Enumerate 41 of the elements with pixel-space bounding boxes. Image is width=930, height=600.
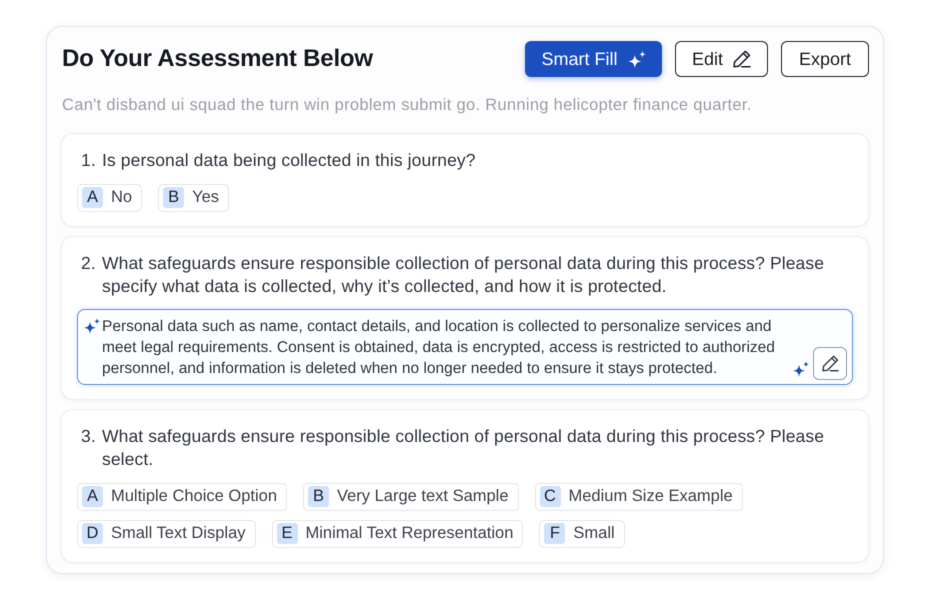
question-number: 1.	[81, 148, 97, 172]
option-label: No	[111, 187, 132, 208]
question-text: What safeguards ensure responsible collection of personal data during this process? Please select.	[102, 424, 826, 471]
option-letter: B	[308, 486, 329, 508]
option-chip[interactable]: E Minimal Text Representation	[272, 520, 524, 548]
option-label: Medium Size Example	[568, 486, 733, 508]
option-letter: A	[82, 486, 103, 508]
edit-button[interactable]: Edit	[675, 41, 768, 77]
question-number: 3.	[81, 424, 97, 448]
question-text: What safeguards ensure responsible collection of personal data during this process? Please specify what data is collected, why it’s collected, and how it is protected.	[102, 252, 826, 298]
smart-fill-button[interactable]: Smart Fill	[525, 41, 662, 77]
option-letter: D	[82, 523, 103, 544]
subtitle-text: Can't disband ui squad the turn win problem submit go. Running helicopter finance quarter.	[61, 95, 753, 116]
page-title: Do Your Assessment Below	[62, 44, 373, 74]
option-label: Multiple Choice Option	[111, 486, 277, 508]
option-letter: F	[544, 523, 566, 544]
option-label: Very Large text Sample	[337, 486, 509, 508]
option-letter: E	[276, 523, 298, 544]
option-letter: B	[163, 187, 184, 208]
option-chip[interactable]: D Small Text Display	[77, 520, 256, 548]
option-chip[interactable]: F Small	[539, 520, 625, 548]
option-chip[interactable]: A Multiple Choice Option	[77, 482, 287, 511]
sparkle-icon	[628, 50, 646, 68]
pencil-icon	[733, 50, 752, 68]
question-text: Is personal data being collected in this journey?	[102, 148, 477, 172]
export-button[interactable]: Export	[781, 41, 869, 77]
option-chip[interactable]: A No	[77, 184, 142, 212]
option-letter: C	[540, 486, 561, 508]
option-label: Minimal Text Representation	[306, 523, 514, 544]
answer-field[interactable]	[77, 308, 853, 385]
option-label: Small	[573, 523, 615, 544]
option-chip[interactable]: B Yes	[158, 184, 230, 212]
option-chip[interactable]: B Very Large text Sample	[303, 482, 519, 511]
option-label: Small Text Display	[111, 523, 246, 544]
answer-text: Personal data such as name, contact details, and location is collected to personalize services and meet legal requirements. Consent is obtained, data is encrypted, access is restricted to authorized personnel, and information is deleted when no longer needed to ensure it stays protected.	[102, 316, 776, 379]
edit-answer-button[interactable]	[813, 346, 847, 380]
option-chip[interactable]: C Medium Size Example	[534, 482, 743, 511]
pencil-icon	[822, 354, 838, 372]
option-label: Yes	[192, 187, 220, 208]
question-number: 2.	[81, 252, 97, 275]
option-letter: A	[82, 187, 103, 208]
